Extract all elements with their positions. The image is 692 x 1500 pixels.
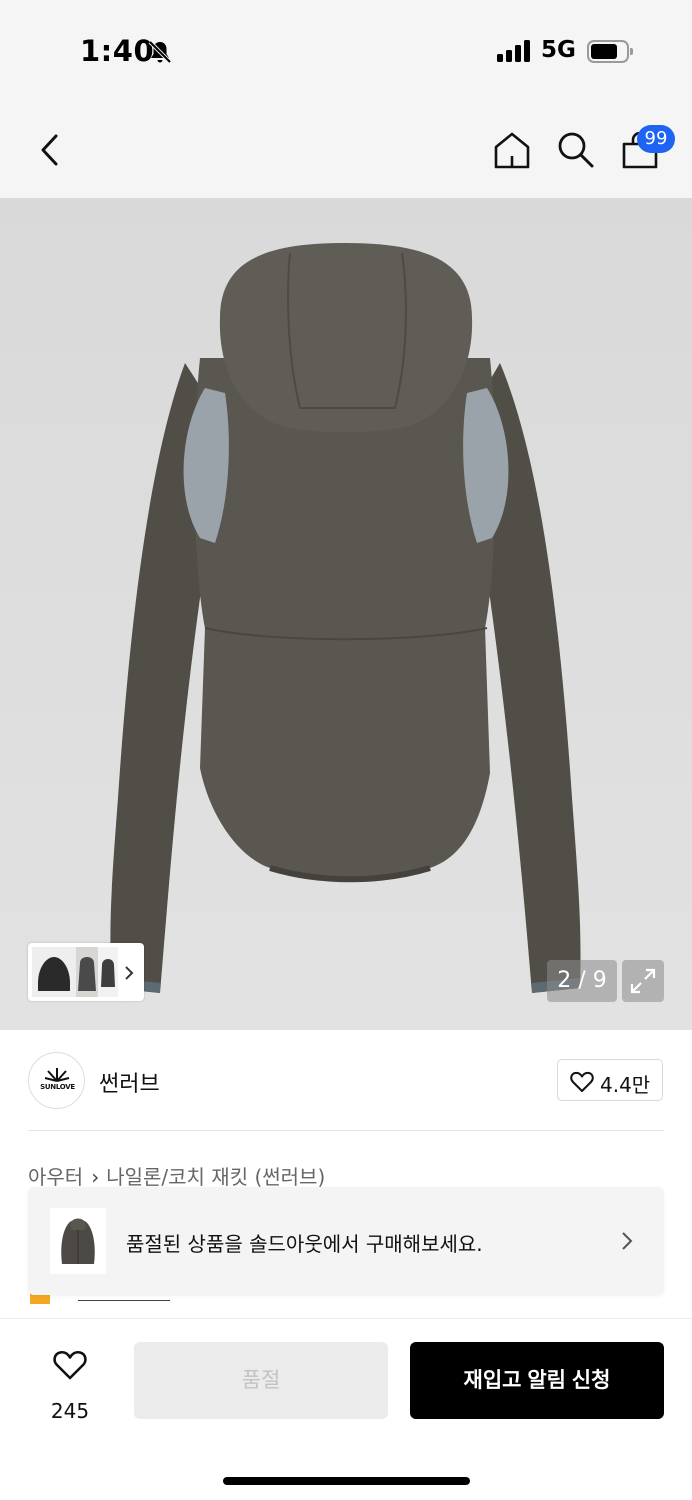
counter-current: 2 bbox=[557, 968, 572, 993]
counter-total: 9 bbox=[592, 968, 607, 993]
cart-count-badge: 99 bbox=[637, 125, 675, 153]
status-bar: 1:40 5G bbox=[0, 0, 692, 100]
breadcrumb-item-subcategory[interactable]: 나일론/코치 재킷 (썬러브) bbox=[106, 1165, 325, 1189]
expand-button[interactable] bbox=[622, 960, 664, 1002]
breadcrumb-item-category[interactable]: 아우터 bbox=[28, 1165, 83, 1189]
wishlist-button[interactable]: 245 bbox=[40, 1347, 100, 1427]
brand-logo-text: SUNLOVE bbox=[40, 1083, 75, 1091]
review-link-underline bbox=[78, 1300, 170, 1301]
brand-row[interactable]: SUNLOVE 썬러브 4.4만 bbox=[0, 1040, 692, 1130]
jacket-thumbnail-image bbox=[61, 1218, 95, 1264]
soldout-banner[interactable]: 품절된 상품을 솔드아웃에서 구매해보세요. bbox=[28, 1187, 664, 1295]
brand-like-button[interactable]: 4.4만 bbox=[557, 1059, 663, 1101]
back-icon[interactable] bbox=[36, 132, 64, 168]
wishlist-count: 245 bbox=[50, 1399, 90, 1423]
counter-separator: / bbox=[578, 968, 586, 993]
search-icon[interactable] bbox=[556, 130, 596, 170]
breadcrumb-chevron-icon: › bbox=[91, 1165, 100, 1189]
status-time: 1:40 bbox=[80, 34, 155, 68]
sun-icon bbox=[44, 1068, 70, 1082]
breadcrumb: 아우터 › 나일론/코치 재킷 (썬러브) bbox=[28, 1161, 325, 1190]
brand-logo[interactable]: SUNLOVE bbox=[28, 1052, 85, 1109]
signal-icon bbox=[497, 40, 531, 62]
soldout-thumbnail bbox=[50, 1208, 106, 1274]
network-type: 5G bbox=[541, 37, 576, 63]
bottom-action-bar: 245 품절 재입고 알림 신청 bbox=[0, 1318, 692, 1500]
heart-icon bbox=[53, 1350, 87, 1380]
soldout-button: 품절 bbox=[134, 1342, 388, 1419]
brand-name[interactable]: 썬러브 bbox=[99, 1066, 160, 1098]
divider bbox=[28, 1130, 664, 1131]
thumbnail-strip[interactable] bbox=[28, 943, 144, 1001]
home-icon[interactable] bbox=[492, 130, 532, 170]
chevron-right-icon bbox=[125, 966, 134, 980]
bell-slash-icon bbox=[148, 40, 172, 64]
product-image[interactable] bbox=[0, 198, 692, 1030]
chevron-right-icon bbox=[622, 1232, 633, 1250]
image-counter: 2 / 9 bbox=[547, 960, 617, 1002]
heart-icon bbox=[570, 1071, 594, 1092]
soldout-banner-text: 품절된 상품을 솔드아웃에서 구매해보세요. bbox=[126, 1232, 483, 1256]
battery-icon bbox=[587, 40, 633, 63]
brand-like-count: 4.4만 bbox=[600, 1073, 651, 1097]
nav-bar bbox=[0, 110, 692, 190]
home-indicator[interactable] bbox=[223, 1477, 470, 1485]
jacket-image bbox=[110, 243, 581, 993]
restock-alert-button[interactable]: 재입고 알림 신청 bbox=[410, 1342, 664, 1419]
expand-icon bbox=[630, 968, 656, 994]
